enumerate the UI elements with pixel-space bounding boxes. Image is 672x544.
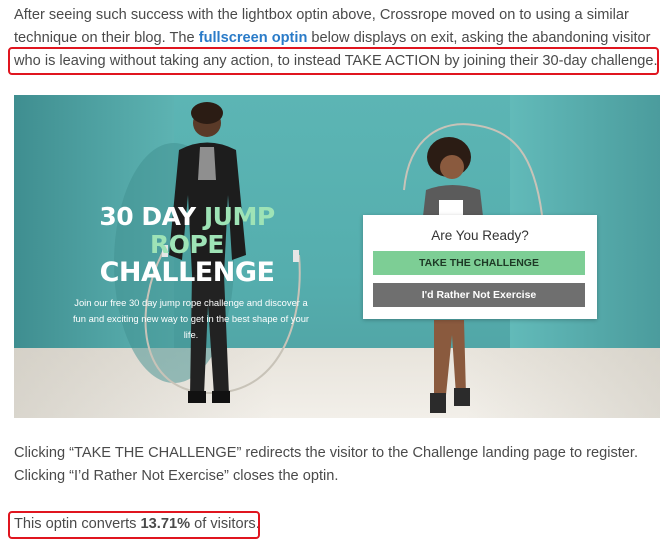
hero-subtext: Join our free 30 day jump rope challenge… [72, 297, 310, 340]
hero-heading-line1: 30 DAY JUMP [72, 203, 302, 231]
hero-image: 30 DAY JUMP ROPE CHALLENGE Join our free… [14, 95, 660, 418]
hero-heading-line2: ROPE [150, 230, 224, 259]
fullscreen-optin-link[interactable]: fullscreen optin [199, 30, 308, 46]
optin-card: Are You Ready? TAKE THE CHALLENGE I'd Ra… [363, 215, 597, 319]
result-paragraph: Clicking “TAKE THE CHALLENGE” redirects … [14, 445, 639, 484]
stat-highlight-box [8, 511, 260, 539]
optin-title: Are You Ready? [431, 228, 529, 243]
intro-text-end: below displays on exit, asking the aband… [307, 30, 651, 46]
rather-not-exercise-button[interactable]: I'd Rather Not Exercise [373, 283, 585, 307]
hero-heading-jump: JUMP [203, 202, 275, 231]
intro-highlight-box [8, 47, 659, 75]
take-the-challenge-button[interactable]: TAKE THE CHALLENGE [373, 251, 585, 275]
hero-heading: 30 DAY JUMP ROPE CHALLENGE [72, 203, 302, 287]
hero-heading-30-day: 30 DAY [99, 202, 204, 231]
hero-heading-line3: CHALLENGE [99, 257, 275, 288]
